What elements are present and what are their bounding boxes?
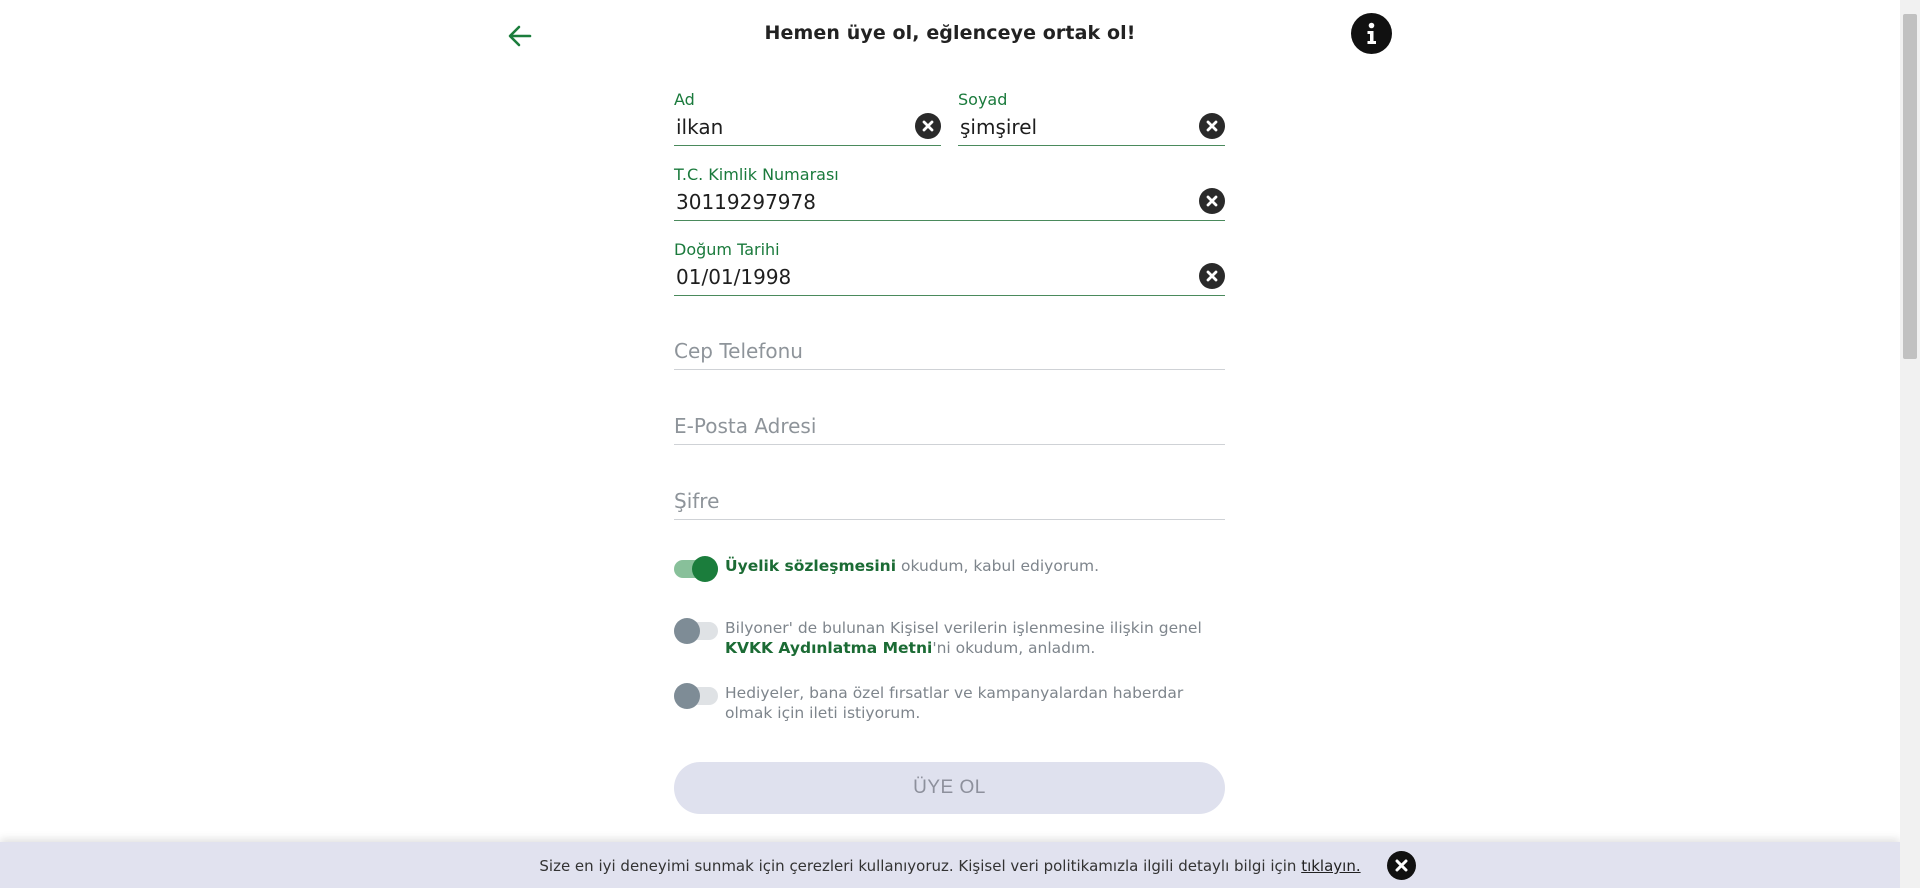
registration-page: Hemen üye ol, eğlenceye ortak ol! Ad ilk…: [0, 0, 1900, 888]
password-placeholder: Şifre: [674, 489, 720, 513]
birth-date-label: Doğum Tarihi: [674, 240, 780, 259]
tc-id-field[interactable]: T.C. Kimlik Numarası 30119297978: [674, 165, 1225, 221]
first-name-clear-button[interactable]: [915, 113, 941, 139]
last-name-value[interactable]: şimşirel: [960, 115, 1037, 139]
marketing-consent-row: Hediyeler, bana özel fırsatlar ve kampan…: [674, 683, 1226, 731]
first-name-field[interactable]: Ad ilkan: [674, 90, 941, 146]
tc-id-label: T.C. Kimlik Numarası: [674, 165, 839, 184]
tc-id-clear-button[interactable]: [1199, 188, 1225, 214]
birth-date-clear-button[interactable]: [1199, 263, 1225, 289]
kvkk-consent-row: Bilyoner' de bulunan Kişisel verilerin i…: [674, 618, 1226, 666]
first-name-label: Ad: [674, 90, 695, 109]
password-field[interactable]: Şifre: [674, 470, 1225, 520]
last-name-clear-button[interactable]: [1199, 113, 1225, 139]
cookie-close-button[interactable]: [1387, 851, 1416, 880]
birth-date-field[interactable]: Doğum Tarihi 01/01/1998: [674, 240, 1225, 296]
scrollbar-thumb[interactable]: [1903, 14, 1917, 359]
kvkk-link[interactable]: KVKK Aydınlatma Metni: [725, 639, 932, 657]
phone-field[interactable]: Cep Telefonu: [674, 320, 1225, 370]
last-name-field[interactable]: Soyad şimşirel: [958, 90, 1225, 146]
tc-id-value[interactable]: 30119297978: [676, 190, 816, 214]
email-placeholder: E-Posta Adresi: [674, 414, 817, 438]
kvkk-consent-text: Bilyoner' de bulunan Kişisel verilerin i…: [725, 619, 1202, 657]
membership-consent-row: Üyelik sözleşmesini okudum, kabul ediyor…: [674, 556, 1226, 582]
kvkk-consent-toggle[interactable]: [674, 618, 718, 644]
page-title: Hemen üye ol, eğlenceye ortak ol!: [764, 22, 1136, 44]
marketing-consent-toggle[interactable]: [674, 683, 718, 709]
cookie-policy-link[interactable]: tıklayın.: [1301, 857, 1360, 875]
cookie-text: Size en iyi deneyimi sunmak için çerezle…: [539, 857, 1361, 875]
membership-consent-toggle[interactable]: [674, 556, 718, 582]
marketing-consent-text: Hediyeler, bana özel fırsatlar ve kampan…: [725, 684, 1184, 722]
birth-date-value[interactable]: 01/01/1998: [676, 265, 791, 289]
first-name-value[interactable]: ilkan: [676, 115, 723, 139]
register-button[interactable]: ÜYE OL: [674, 762, 1225, 814]
membership-consent-text: Üyelik sözleşmesini okudum, kabul ediyor…: [725, 557, 1100, 575]
cookie-banner: Size en iyi deneyimi sunmak için çerezle…: [0, 842, 1900, 888]
membership-agreement-link[interactable]: Üyelik sözleşmesini: [725, 557, 896, 575]
phone-placeholder: Cep Telefonu: [674, 339, 803, 363]
email-field[interactable]: E-Posta Adresi: [674, 395, 1225, 445]
last-name-label: Soyad: [958, 90, 1008, 109]
page-scrollbar[interactable]: [1900, 0, 1920, 888]
info-button[interactable]: [1351, 13, 1392, 54]
